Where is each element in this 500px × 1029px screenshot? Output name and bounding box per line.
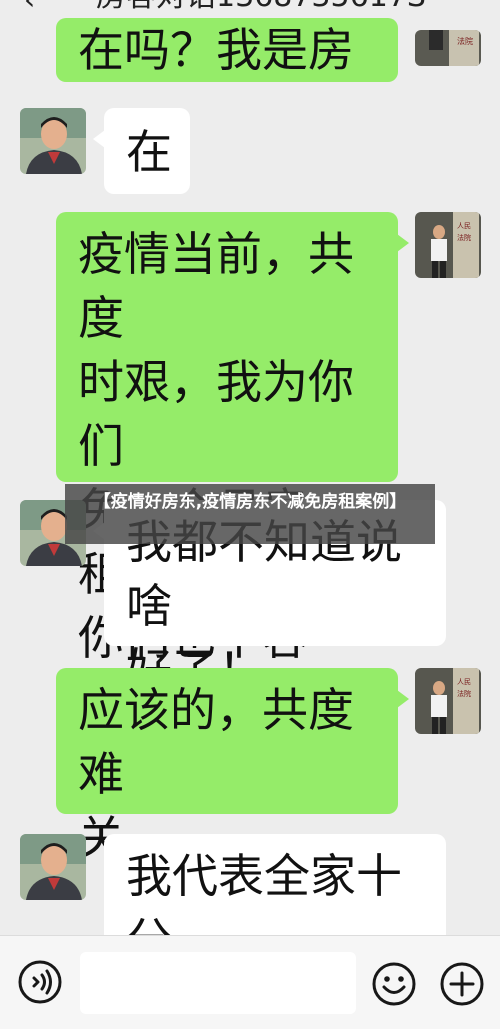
svg-text:法院: 法院	[457, 233, 471, 242]
svg-text:法院: 法院	[457, 689, 471, 698]
avatar-landlord[interactable]: 法院	[415, 30, 481, 66]
message-bubble-sent[interactable]: 疫情当前，共度 时艰，我为你们 免一个月房租， 你们也不容易。	[56, 212, 409, 729]
svg-text:人民: 人民	[457, 222, 471, 230]
chat-input-bar	[0, 935, 500, 1029]
voice-icon[interactable]	[16, 958, 64, 1006]
avatar-tenant[interactable]	[20, 108, 86, 174]
svg-text:人民: 人民	[457, 678, 471, 686]
chat-title: 房客对话1368735617S	[96, 0, 426, 12]
svg-text:法院: 法院	[457, 36, 473, 46]
message-bubble-sent[interactable]: 在吗？我是房东	[56, 18, 398, 82]
chat-header: ‹ 房客对话1368735617S	[0, 0, 500, 12]
message-input[interactable]	[80, 952, 356, 1014]
plus-icon[interactable]	[438, 960, 486, 1008]
back-arrow-icon[interactable]: ‹	[24, 0, 35, 12]
avatar-landlord[interactable]: 人民 法院	[415, 668, 481, 734]
emoji-icon[interactable]	[370, 960, 418, 1008]
avatar-tenant[interactable]	[20, 834, 86, 900]
message-bubble-sent[interactable]: 应该的，共度难 关	[56, 668, 409, 865]
message-bubble-received[interactable]: 在	[93, 108, 190, 194]
article-caption: 【疫情好房东,疫情房东不减免房租案例】	[65, 484, 435, 544]
avatar-landlord[interactable]: 人民 法院	[415, 212, 481, 278]
